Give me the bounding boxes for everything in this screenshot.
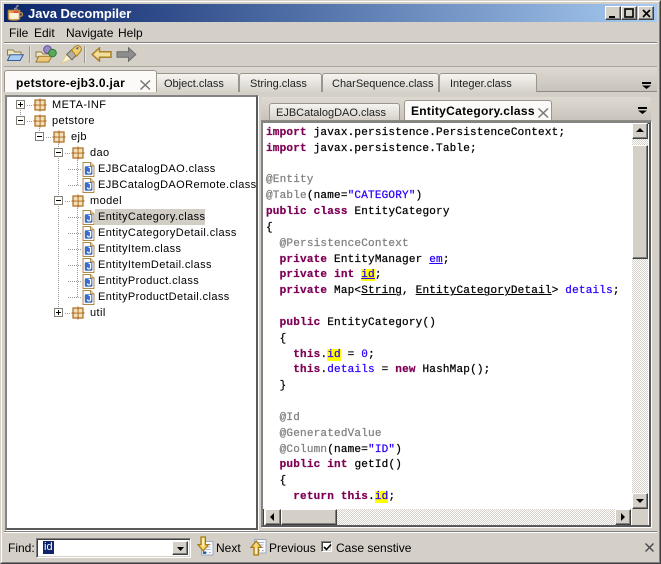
svg-text:J: J [87,277,92,288]
svg-text:J: J [87,165,92,176]
svg-text:J: J [87,293,92,304]
svg-text:J: J [87,213,92,224]
svg-text:J: J [87,229,92,240]
svg-text:J: J [87,245,92,256]
svg-text:J: J [87,181,92,192]
svg-text:J: J [87,261,92,272]
